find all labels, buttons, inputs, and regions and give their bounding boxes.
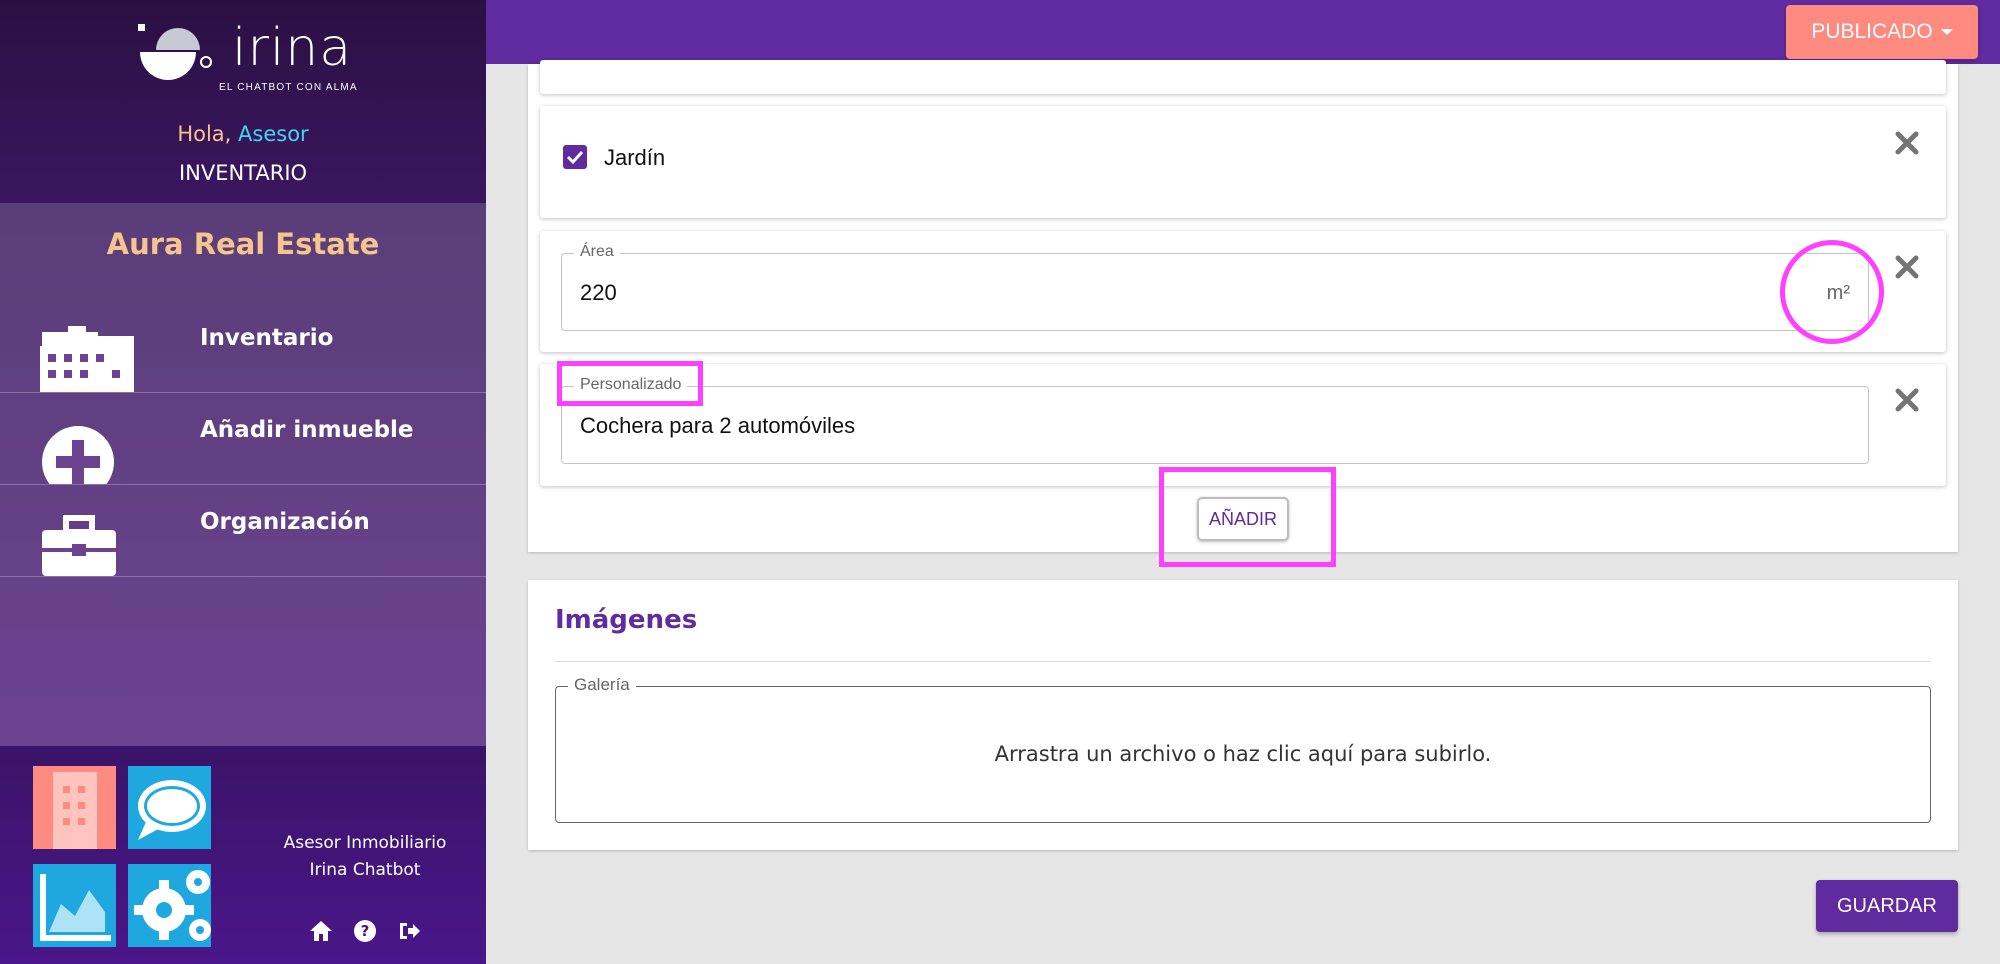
- images-title: Imágenes: [555, 605, 698, 635]
- area-value[interactable]: 220: [580, 280, 617, 306]
- user-name: Asesor: [238, 122, 309, 146]
- status-label: PUBLICADO: [1811, 20, 1933, 43]
- help-icon[interactable]: ?: [352, 918, 378, 944]
- sidebar-header: irina EL CHATBOT CON ALMA Hola, Asesor I…: [0, 0, 486, 203]
- area-legend: Área: [574, 243, 620, 261]
- settings-tile-icon[interactable]: [128, 864, 211, 947]
- sidebar-menu: Aura Real Estate Inventario Añadir inmue: [0, 203, 486, 746]
- home-icon[interactable]: [308, 918, 334, 944]
- custom-field[interactable]: Personalizado Cochera para 2 automóviles: [561, 376, 1869, 464]
- remove-garden-close-icon[interactable]: [1894, 130, 1920, 156]
- top-bar: PUBLICADO: [486, 0, 2000, 64]
- chat-tile-icon[interactable]: [128, 766, 211, 849]
- sidebar-item-organizacion[interactable]: Organización: [0, 485, 486, 577]
- sidebar-item-label: Añadir inmueble: [200, 417, 414, 443]
- sidebar-item-inventario[interactable]: Inventario: [0, 301, 486, 393]
- greeting-text: Hola,: [177, 122, 232, 146]
- user-role: Asesor Inmobiliario Irina Chatbot: [270, 830, 460, 884]
- sidebar: irina EL CHATBOT CON ALMA Hola, Asesor I…: [0, 0, 486, 964]
- highlight-circle-unit: [1780, 240, 1884, 344]
- images-divider: [555, 661, 1931, 662]
- user-greeting: Hola, Asesor: [0, 122, 486, 146]
- svg-text:?: ?: [361, 922, 370, 940]
- remove-area-close-icon[interactable]: [1894, 254, 1920, 280]
- gallery-legend: Galería: [568, 675, 636, 695]
- remove-custom-close-icon[interactable]: [1894, 387, 1920, 413]
- highlight-box-custom-label: [557, 361, 703, 406]
- highlight-box-add-button: [1159, 467, 1336, 567]
- brand-tagline: EL CHATBOT CON ALMA: [219, 82, 358, 93]
- briefcase-icon: [42, 515, 116, 576]
- chart-tile-icon[interactable]: [33, 864, 116, 947]
- custom-value[interactable]: Cochera para 2 automóviles: [580, 413, 855, 439]
- footer-icons: ?: [308, 918, 422, 944]
- role-line-1: Asesor Inmobiliario: [283, 833, 447, 853]
- garden-checkbox[interactable]: [563, 145, 587, 169]
- caret-down-icon: [1940, 29, 1953, 35]
- current-section: INVENTARIO: [178, 161, 308, 185]
- brand-name: irina: [232, 18, 353, 78]
- sidebar-footer: Asesor Inmobiliario Irina Chatbot ?: [0, 746, 486, 964]
- building-tile-icon[interactable]: [33, 766, 116, 849]
- company-name: Aura Real Estate: [106, 227, 380, 261]
- feature-card-previous: [540, 60, 1946, 94]
- save-button[interactable]: GUARDAR: [1816, 880, 1958, 932]
- feature-card-garden: Jardín: [540, 106, 1946, 218]
- logout-icon[interactable]: [396, 918, 422, 944]
- gallery-hint: Arrastra un archivo o haz clic aquí para…: [994, 742, 1492, 766]
- garden-label: Jardín: [604, 145, 666, 170]
- sidebar-item-label: Organización: [200, 509, 370, 535]
- sidebar-item-anadir-inmueble[interactable]: Añadir inmueble: [0, 393, 486, 485]
- building-icon: [40, 326, 134, 392]
- feature-card-area: Área 220 m²: [540, 231, 1946, 352]
- role-line-2: Irina Chatbot: [309, 860, 421, 880]
- plus-circle-icon: [42, 426, 114, 484]
- area-field[interactable]: Área 220 m²: [561, 243, 1869, 331]
- sidebar-item-label: Inventario: [200, 325, 334, 351]
- status-dropdown-button[interactable]: PUBLICADO: [1786, 5, 1978, 59]
- gallery-dropzone[interactable]: Galería Arrastra un archivo o haz clic a…: [555, 675, 1931, 823]
